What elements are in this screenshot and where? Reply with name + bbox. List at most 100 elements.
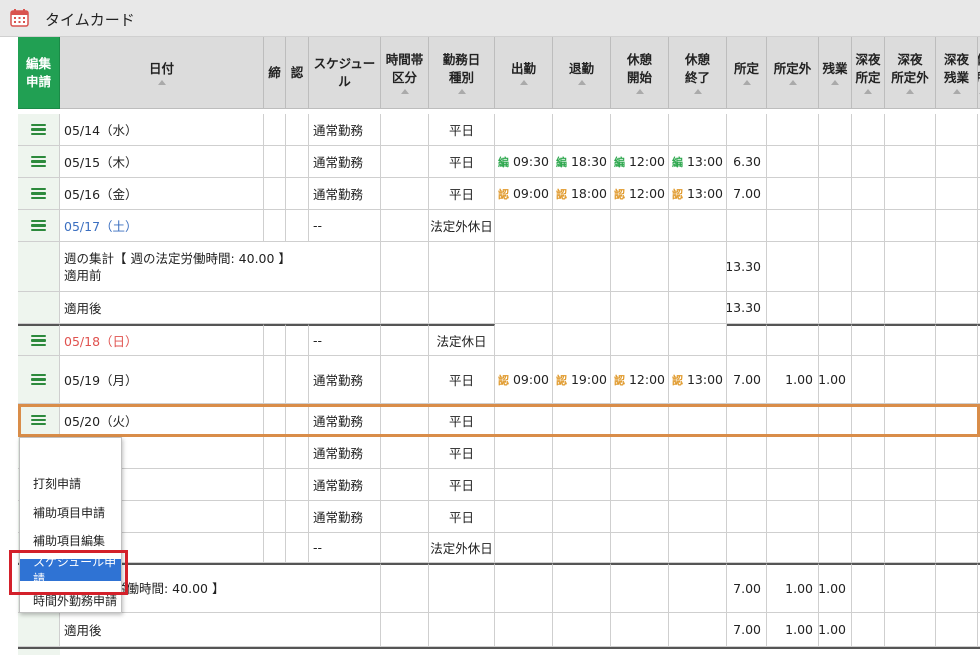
column-header[interactable]: 休憩 開始 (611, 37, 669, 109)
time-value: 認 09:00 (495, 372, 552, 388)
empty-cell (381, 146, 429, 178)
menu-item-overtime-request[interactable]: 時間外勤務申請 (20, 589, 121, 611)
column-header[interactable]: スケジュール (309, 37, 381, 109)
edit-menu-button[interactable] (18, 324, 60, 356)
shotei-cell: 6.30 (727, 146, 767, 178)
sort-arrow-icon[interactable] (788, 80, 797, 85)
column-header[interactable]: 締 (264, 37, 286, 109)
menu-item-aux-edit[interactable]: 補助項目編集 (20, 529, 121, 551)
hamburger-icon[interactable] (31, 374, 46, 385)
sort-arrow-icon[interactable] (157, 80, 166, 85)
edit-menu-button[interactable] (18, 356, 60, 404)
edit-menu-button[interactable] (18, 210, 60, 242)
column-header[interactable]: 所定 (727, 37, 767, 109)
column-header[interactable]: 深夜 残業 (936, 37, 978, 109)
shotei-cell (727, 437, 767, 469)
sort-arrow-icon[interactable] (457, 89, 466, 94)
edit-menu-button[interactable] (18, 178, 60, 210)
column-header[interactable]: 休憩 終了 (669, 37, 727, 109)
menu-item-aux-request[interactable]: 補助項目申請 (20, 501, 121, 523)
empty-cell (852, 437, 885, 469)
menu-item-stamp-request[interactable]: 打刻申請 (20, 472, 121, 494)
column-header[interactable]: 編集 申請 (18, 37, 60, 109)
empty-cell (885, 404, 936, 437)
column-header[interactable]: 残業 (819, 37, 852, 109)
empty-cell (264, 146, 286, 178)
edit-menu-button[interactable] (18, 146, 60, 178)
sort-arrow-icon[interactable] (519, 80, 528, 85)
empty-cell (264, 437, 286, 469)
window-title: タイムカード (45, 11, 135, 29)
shotei-cell (727, 114, 767, 146)
date-cell: 05/20（火） (60, 404, 264, 437)
time-value: 編 13:00 (669, 154, 726, 170)
summary-edit-cell (18, 292, 60, 324)
column-header[interactable]: 深夜 所定外 (885, 37, 936, 109)
sort-arrow-icon[interactable] (952, 89, 961, 94)
schedule-cell: 通常勤務 (309, 404, 381, 437)
empty-cell (429, 292, 495, 324)
empty-cell (611, 563, 669, 613)
time-cell (553, 501, 611, 533)
empty-cell (936, 533, 978, 563)
empty-cell (286, 501, 309, 533)
summary-after-zangyo: 1.00 (819, 613, 852, 647)
column-header[interactable]: 日付 (60, 37, 264, 109)
empty-cell (264, 404, 286, 437)
date-cell: 05/16（金） (60, 178, 264, 210)
shoteigai-cell (767, 114, 819, 146)
time-cell (669, 210, 727, 242)
time-text: 09:00 (512, 186, 550, 201)
daytype-cell: 平日 (429, 437, 495, 469)
sort-arrow-icon[interactable] (693, 89, 702, 94)
hamburger-icon[interactable] (31, 414, 46, 426)
shoteigai-cell (767, 146, 819, 178)
column-header-label: 申請 (25, 73, 51, 89)
hamburger-icon[interactable] (31, 220, 46, 231)
column-header[interactable]: 認 (286, 37, 309, 109)
empty-cell (286, 437, 309, 469)
empty-cell (264, 533, 286, 563)
sort-arrow-icon[interactable] (864, 89, 872, 94)
edit-menu-button[interactable] (18, 114, 60, 146)
column-header[interactable]: 所定外 (767, 37, 819, 109)
column-header[interactable]: 出勤 (495, 37, 553, 109)
empty-cell (264, 178, 286, 210)
time-cell: 認 12:00 (611, 356, 669, 404)
column-header[interactable]: 退勤 (553, 37, 611, 109)
column-header-label: 区分 (391, 70, 417, 85)
hamburger-icon[interactable] (31, 124, 46, 135)
daytype-cell: 平日 (429, 404, 495, 437)
hamburger-icon[interactable] (31, 188, 46, 199)
empty-cell (936, 324, 978, 356)
sort-arrow-icon[interactable] (635, 89, 644, 94)
shotei-cell (727, 210, 767, 242)
empty-cell (936, 210, 978, 242)
summary-after-label: 適用後 (60, 613, 381, 647)
schedule-cell: -- (309, 210, 381, 242)
sort-arrow-icon[interactable] (577, 80, 586, 85)
column-header[interactable]: 深夜 所定 (852, 37, 885, 109)
column-header[interactable]: 時間帯 区分 (381, 37, 429, 109)
sort-arrow-icon[interactable] (831, 80, 839, 85)
sort-arrow-icon[interactable] (400, 89, 409, 94)
summary-line: 適用前 (64, 267, 102, 283)
empty-cell (936, 292, 978, 324)
column-header-label: 日付 (148, 61, 174, 76)
empty-cell (885, 146, 936, 178)
sort-arrow-icon[interactable] (906, 89, 914, 94)
time-cell: 認 19:00 (553, 356, 611, 404)
shoteigai-cell (767, 404, 819, 437)
column-header[interactable]: 勤務日 種別 (429, 37, 495, 109)
empty-cell (286, 469, 309, 501)
menu-item-schedule-request[interactable]: スケジュール申請 (20, 555, 121, 586)
hamburger-icon[interactable] (31, 335, 46, 346)
edit-menu-button[interactable] (18, 404, 60, 437)
hamburger-icon[interactable] (31, 156, 46, 167)
time-cell (495, 210, 553, 242)
sort-arrow-icon[interactable] (742, 80, 751, 85)
shotei-cell (727, 404, 767, 437)
time-value: 認 13:00 (669, 186, 726, 202)
time-cell: 認 13:00 (669, 356, 727, 404)
shoteigai-cell (767, 178, 819, 210)
